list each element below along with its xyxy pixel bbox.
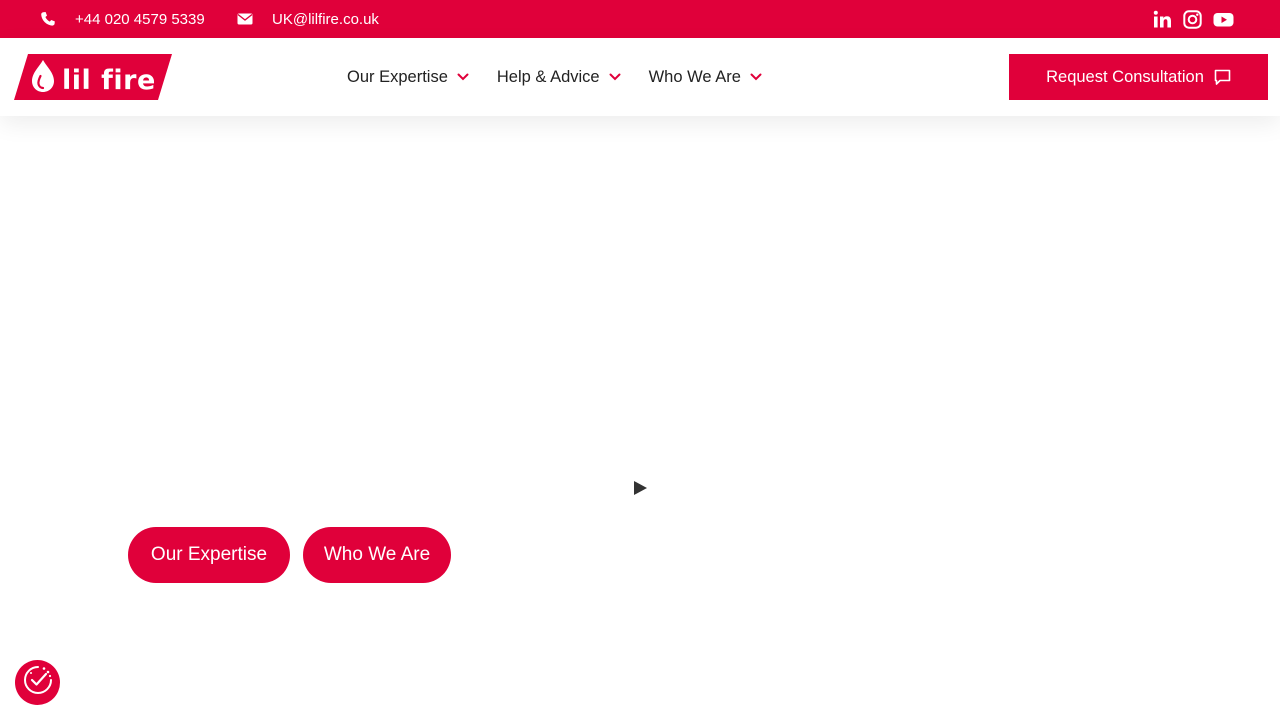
nav-item-help-advice[interactable]: Help & Advice	[497, 68, 621, 87]
brand-wordmark: lil fire	[62, 65, 156, 96]
consent-check-icon	[22, 664, 54, 701]
linkedin-icon[interactable]	[1153, 10, 1172, 29]
chevron-down-icon	[609, 71, 621, 83]
nav-item-who-we-are[interactable]: Who We Are	[649, 68, 762, 87]
site-header: lil fire Our Expertise Help & Advice Who…	[0, 38, 1280, 116]
email-address[interactable]: UK@lilfire.co.uk	[272, 11, 379, 28]
cta-label: Request Consultation	[1046, 67, 1204, 86]
nav-item-label: Our Expertise	[347, 67, 448, 86]
consent-badge[interactable]	[15, 660, 60, 705]
chevron-down-icon	[750, 71, 762, 83]
brand-logo[interactable]: lil fire	[14, 54, 172, 100]
play-icon[interactable]	[633, 480, 648, 496]
request-consultation-button[interactable]: Request Consultation	[1009, 54, 1268, 100]
chevron-down-icon	[457, 71, 469, 83]
hero-our-expertise-button[interactable]: Our Expertise	[128, 527, 290, 583]
top-bar: +44 020 4579 5339 UK@lilfire.co.uk	[0, 0, 1280, 38]
main-nav: Our Expertise Help & Advice Who We Are	[347, 38, 790, 116]
phone-icon	[40, 11, 56, 27]
youtube-icon[interactable]	[1213, 10, 1234, 29]
hero-who-we-are-button[interactable]: Who We Are	[303, 527, 451, 583]
instagram-icon[interactable]	[1183, 9, 1202, 29]
phone-contact[interactable]: +44 020 4579 5339	[40, 0, 205, 38]
envelope-icon	[237, 11, 253, 27]
nav-item-label: Who We Are	[648, 67, 741, 86]
email-contact[interactable]: UK@lilfire.co.uk	[237, 0, 379, 38]
phone-number[interactable]: +44 020 4579 5339	[75, 11, 205, 28]
nav-item-our-expertise[interactable]: Our Expertise	[347, 68, 469, 87]
social-links	[1153, 0, 1234, 38]
nav-item-label: Help & Advice	[496, 67, 600, 86]
chat-icon	[1214, 69, 1231, 86]
